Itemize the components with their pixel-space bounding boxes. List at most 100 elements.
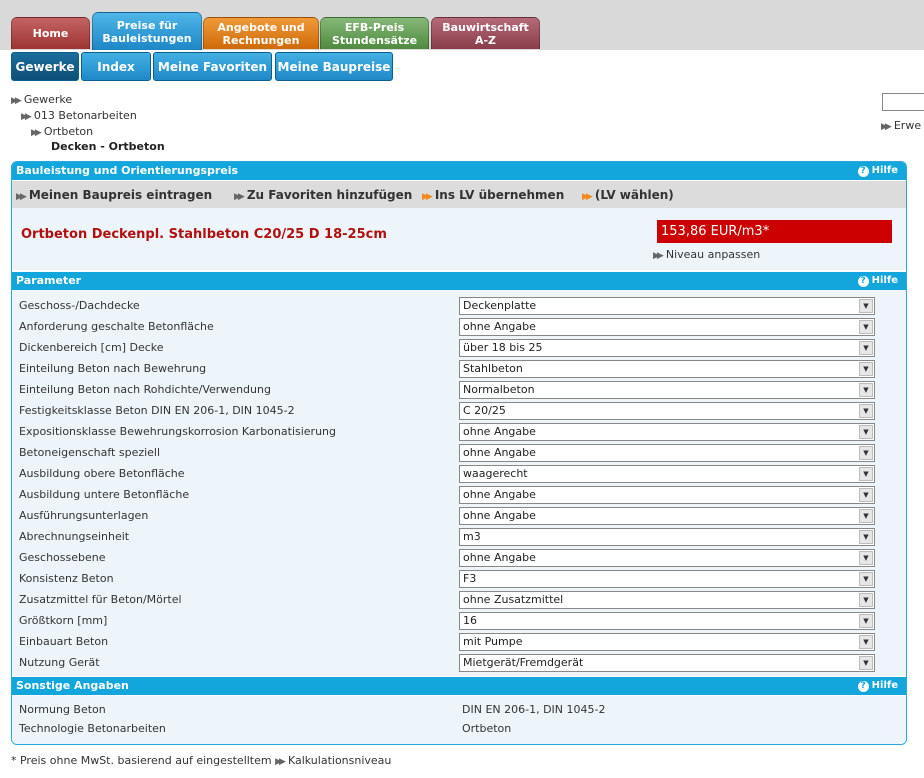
parameter-select[interactable]: ohne Angabe ▼ bbox=[459, 318, 875, 336]
parameter-label: Einteilung Beton nach Rohdichte/Verwendu… bbox=[19, 383, 271, 396]
hilfe-link[interactable]: ? Hilfe bbox=[857, 677, 898, 695]
double-arrow-icon: ▶▶ bbox=[21, 112, 32, 122]
chevron-down-icon[interactable]: ▼ bbox=[859, 593, 873, 607]
tab-home[interactable]: Home bbox=[11, 17, 90, 49]
breadcrumb-betonarbeiten[interactable]: ▶▶ 013 Betonarbeiten bbox=[21, 109, 137, 122]
chevron-down-icon[interactable]: ▼ bbox=[859, 299, 873, 313]
parameter-select[interactable]: über 18 bis 25 ▼ bbox=[459, 339, 875, 357]
double-arrow-icon: ▶▶ bbox=[881, 122, 892, 132]
parameter-label: Zusatzmittel für Beton/Mörtel bbox=[19, 593, 182, 606]
chevron-down-icon[interactable]: ▼ bbox=[859, 614, 873, 628]
parameter-select-value: waagerecht bbox=[463, 467, 528, 480]
chevron-down-icon[interactable]: ▼ bbox=[859, 467, 873, 481]
chevron-down-icon[interactable]: ▼ bbox=[859, 635, 873, 649]
sonstige-header: Sonstige Angaben ? Hilfe bbox=[12, 677, 906, 695]
parameter-select[interactable]: F3 ▼ bbox=[459, 570, 875, 588]
niveau-anpassen-label: Niveau anpassen bbox=[665, 248, 761, 261]
subtab-baupreise[interactable]: Meine Baupreise bbox=[275, 52, 393, 81]
chevron-down-icon[interactable]: ▼ bbox=[859, 425, 873, 439]
breadcrumb-gewerke[interactable]: ▶▶ Gewerke bbox=[11, 93, 72, 106]
chevron-down-icon[interactable]: ▼ bbox=[859, 362, 873, 376]
help-icon: ? bbox=[857, 165, 869, 177]
sonstige-label: Technologie Betonarbeiten bbox=[19, 722, 166, 735]
chevron-down-icon[interactable]: ▼ bbox=[859, 530, 873, 544]
parameter-select[interactable]: Normalbeton ▼ bbox=[459, 381, 875, 399]
hilfe-link[interactable]: ? Hilfe bbox=[857, 272, 898, 290]
parameter-select[interactable]: 16 ▼ bbox=[459, 612, 875, 630]
lv-waehlen-button[interactable]: ▶▶ (LV wählen) bbox=[582, 188, 674, 202]
tab-efb-label-1: EFB-Preis bbox=[344, 20, 405, 34]
subtab-index[interactable]: Index bbox=[81, 52, 151, 81]
parameter-row: Konsistenz Beton F3 ▼ bbox=[12, 568, 906, 589]
parameter-select[interactable]: Stahlbeton ▼ bbox=[459, 360, 875, 378]
action-toolbar: ▶▶ Meinen Baupreis eintragen ▶▶ Zu Favorit… bbox=[12, 181, 906, 208]
parameter-select[interactable]: ohne Angabe ▼ bbox=[459, 549, 875, 567]
parameter-select-value: 16 bbox=[463, 614, 477, 627]
subtab-gewerke[interactable]: Gewerke bbox=[11, 52, 79, 81]
hilfe-link[interactable]: ? Hilfe bbox=[857, 162, 898, 180]
chevron-down-icon[interactable]: ▼ bbox=[859, 656, 873, 670]
favoriten-button[interactable]: ▶▶ Zu Favoriten hinzufügen bbox=[234, 188, 412, 202]
parameter-select[interactable]: ohne Angabe ▼ bbox=[459, 423, 875, 441]
lv-uebernehmen-button[interactable]: ▶▶ Ins LV übernehmen bbox=[422, 188, 564, 202]
parameter-header: Parameter ? Hilfe bbox=[12, 272, 906, 290]
parameter-select-value: ohne Angabe bbox=[463, 446, 536, 459]
chevron-down-icon[interactable]: ▼ bbox=[859, 404, 873, 418]
parameter-row: Dickenbereich [cm] Decke über 18 bis 25 ▼ bbox=[12, 337, 906, 358]
parameter-row: Zusatzmittel für Beton/Mörtel ohne Zusatz… bbox=[12, 589, 906, 610]
parameter-label: Expositionsklasse Bewehrungskorrosion Ka… bbox=[19, 425, 336, 438]
footnote-text: * Preis ohne MwSt. basierend auf eingest… bbox=[11, 754, 272, 767]
parameter-row: Einteilung Beton nach Rohdichte/Verwendu… bbox=[12, 379, 906, 400]
sonstige-value: DIN EN 206-1, DIN 1045-2 bbox=[462, 703, 606, 716]
parameter-label: Festigkeitsklasse Beton DIN EN 206-1, DI… bbox=[19, 404, 295, 417]
tab-efb[interactable]: EFB-Preis Stundensätze bbox=[320, 17, 429, 49]
parameter-select-value: ohne Angabe bbox=[463, 425, 536, 438]
kalkulationsniveau-link[interactable]: ▶▶ Kalkulationsniveau bbox=[275, 754, 391, 767]
lv-uebernehmen-label: Ins LV übernehmen bbox=[434, 188, 565, 202]
parameter-row: Betoneigenschaft speziell ohne Angabe ▼ bbox=[12, 442, 906, 463]
parameter-row: Abrechnungseinheit m3 ▼ bbox=[12, 526, 906, 547]
chevron-down-icon[interactable]: ▼ bbox=[859, 572, 873, 586]
niveau-anpassen-link[interactable]: ▶▶ Niveau anpassen bbox=[653, 248, 760, 261]
breadcrumb-gewerke-label: Gewerke bbox=[23, 93, 73, 106]
double-arrow-icon: ▶▶ bbox=[422, 192, 433, 202]
breadcrumb-ortbeton[interactable]: ▶▶ Ortbeton bbox=[31, 125, 93, 138]
parameter-label: Nutzung Gerät bbox=[19, 656, 100, 669]
chevron-down-icon[interactable]: ▼ bbox=[859, 446, 873, 460]
parameter-select[interactable]: ohne Angabe ▼ bbox=[459, 486, 875, 504]
parameter-select[interactable]: ohne Angabe ▼ bbox=[459, 507, 875, 525]
parameter-select[interactable]: ohne Angabe ▼ bbox=[459, 444, 875, 462]
help-icon: ? bbox=[857, 275, 869, 287]
bauleistung-panel: Bauleistung und Orientierungspreis ? Hil… bbox=[11, 161, 907, 745]
tab-preise[interactable]: Preise für Bauleistungen bbox=[92, 12, 202, 50]
panel-header: Bauleistung und Orientierungspreis ? Hil… bbox=[12, 162, 906, 180]
parameter-select[interactable]: Deckenplatte ▼ bbox=[459, 297, 875, 315]
tab-bauwirtschaft-label-2: A-Z bbox=[474, 33, 497, 47]
chevron-down-icon[interactable]: ▼ bbox=[859, 383, 873, 397]
parameter-label: Konsistenz Beton bbox=[19, 572, 114, 585]
parameter-select[interactable]: waagerecht ▼ bbox=[459, 465, 875, 483]
chevron-down-icon[interactable]: ▼ bbox=[859, 320, 873, 334]
parameter-select-value: F3 bbox=[463, 572, 477, 585]
erweiterte-suche-link[interactable]: ▶▶ Erwe bbox=[881, 119, 921, 132]
double-arrow-icon: ▶▶ bbox=[31, 128, 42, 138]
parameter-select[interactable]: m3 ▼ bbox=[459, 528, 875, 546]
parameter-select[interactable]: mit Pumpe ▼ bbox=[459, 633, 875, 651]
baupreis-eintragen-button[interactable]: ▶▶ Meinen Baupreis eintragen bbox=[16, 188, 212, 202]
tab-angebote[interactable]: Angebote und Rechnungen bbox=[203, 17, 319, 49]
parameter-row: Größtkorn [mm] 16 ▼ bbox=[12, 610, 906, 631]
parameter-select-value: Deckenplatte bbox=[463, 299, 537, 312]
search-input[interactable] bbox=[882, 93, 924, 111]
parameter-select[interactable]: Mietgerät/Fremdgerät ▼ bbox=[459, 654, 875, 672]
chevron-down-icon[interactable]: ▼ bbox=[859, 551, 873, 565]
parameter-select-value: Normalbeton bbox=[463, 383, 535, 396]
chevron-down-icon[interactable]: ▼ bbox=[859, 341, 873, 355]
chevron-down-icon[interactable]: ▼ bbox=[859, 488, 873, 502]
tab-bauwirtschaft[interactable]: Bauwirtschaft A-Z bbox=[431, 17, 540, 49]
parameter-select[interactable]: ohne Zusatzmittel ▼ bbox=[459, 591, 875, 609]
parameter-select-value: ohne Angabe bbox=[463, 509, 536, 522]
chevron-down-icon[interactable]: ▼ bbox=[859, 509, 873, 523]
subtab-favoriten[interactable]: Meine Favoriten bbox=[153, 52, 272, 81]
breadcrumb-betonarbeiten-label: 013 Betonarbeiten bbox=[33, 109, 137, 122]
parameter-select[interactable]: C 20/25 ▼ bbox=[459, 402, 875, 420]
